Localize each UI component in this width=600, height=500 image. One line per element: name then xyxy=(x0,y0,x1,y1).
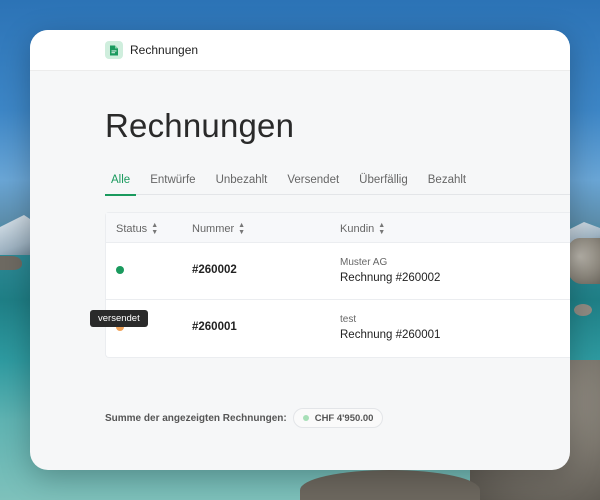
status-dot-paid[interactable] xyxy=(116,266,124,274)
invoice-summary: Summe der angezeigten Rechnungen: CHF 4'… xyxy=(105,408,384,428)
invoice-number: #260002 xyxy=(192,264,237,276)
tab-all[interactable]: Alle xyxy=(104,173,137,196)
column-label: Nummer xyxy=(192,223,235,235)
invoice-title: Rechnung #260001 xyxy=(340,329,441,341)
invoice-number: #260001 xyxy=(192,321,237,333)
invoice-title: Rechnung #260002 xyxy=(340,272,441,284)
app-title[interactable]: Rechnungen xyxy=(130,43,198,57)
sort-icon: ▲ ▼ xyxy=(238,222,246,236)
background-rock xyxy=(574,304,592,316)
summary-amount: CHF 4'950.00 xyxy=(314,412,374,424)
column-label: Status xyxy=(116,223,148,235)
tab-drafts[interactable]: Entwürfe xyxy=(150,173,195,195)
table-header: Status ▲ ▼ Nummer ▲ ▼ Kundin ▲ ▼ xyxy=(106,213,570,243)
document-icon xyxy=(105,41,123,59)
customer-name: test xyxy=(340,314,357,325)
page-title: Rechnungen xyxy=(105,107,295,144)
status-tooltip: versendet xyxy=(90,310,148,327)
column-header-status[interactable]: Status ▲ ▼ xyxy=(116,222,158,236)
tab-paid[interactable]: Bezahlt xyxy=(428,173,466,195)
customer-name: Muster AG xyxy=(340,257,388,268)
app-window: Rechnungen Rechnungen Alle Entwürfe Unbe… xyxy=(30,30,570,470)
tab-overdue[interactable]: Überfällig xyxy=(359,173,408,195)
main-content: Rechnungen Alle Entwürfe Unbezahlt Verse… xyxy=(104,71,570,470)
background-rock xyxy=(0,256,22,270)
invoice-filter-tabs: Alle Entwürfe Unbezahlt Versendet Überfä… xyxy=(104,173,570,196)
sort-icon: ▲ ▼ xyxy=(378,222,386,236)
tab-unpaid[interactable]: Unbezahlt xyxy=(216,173,268,195)
tab-sent[interactable]: Versendet xyxy=(287,173,339,195)
invoice-table: Status ▲ ▼ Nummer ▲ ▼ Kundin ▲ ▼ #260002 Mu… xyxy=(105,212,570,358)
sort-icon: ▲ ▼ xyxy=(151,222,159,236)
summary-amount-badge: CHF 4'950.00 xyxy=(292,408,384,428)
table-row[interactable]: #260001 test Rechnung #260001 xyxy=(106,300,570,357)
background-rock xyxy=(300,470,480,500)
status-dot xyxy=(302,415,309,421)
column-header-customer[interactable]: Kundin ▲ ▼ xyxy=(340,222,385,236)
top-bar: Rechnungen xyxy=(30,30,570,71)
column-label: Kundin xyxy=(340,223,375,235)
table-row[interactable]: #260002 Muster AG Rechnung #260002 xyxy=(106,243,570,300)
column-header-number[interactable]: Nummer ▲ ▼ xyxy=(192,222,245,236)
summary-label: Summe der angezeigten Rechnungen: xyxy=(105,412,287,424)
background-rock xyxy=(566,238,600,284)
